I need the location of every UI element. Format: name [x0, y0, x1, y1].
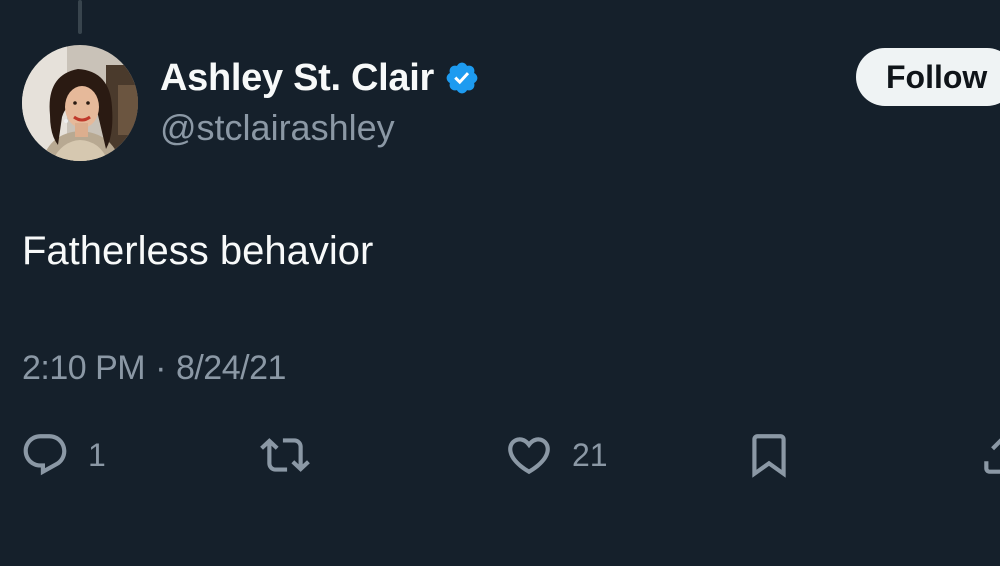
reply-button[interactable]: 1 [20, 428, 106, 482]
timestamp-separator: · [155, 349, 166, 387]
avatar[interactable] [22, 45, 138, 161]
tweet-timestamp[interactable]: 2:10 PM · 8/24/21 [22, 349, 286, 388]
display-name[interactable]: Ashley St. Clair [160, 57, 434, 100]
tweet-text: Fatherless behavior [22, 229, 374, 273]
share-button[interactable] [978, 428, 1000, 482]
reply-icon [20, 430, 70, 480]
bookmark-button[interactable] [744, 428, 794, 482]
like-count: 21 [572, 436, 608, 473]
follow-button[interactable]: Follow [856, 48, 1000, 106]
like-button[interactable]: 21 [504, 428, 608, 482]
thread-connector-line [78, 0, 82, 34]
tweet-date[interactable]: 8/24/21 [176, 349, 286, 388]
avatar-image [22, 45, 138, 161]
reply-count: 1 [88, 436, 106, 473]
share-icon [978, 430, 1000, 480]
author-name-row[interactable]: Ashley St. Clair [160, 53, 480, 103]
tweet-detail: Ashley St. Clair @stclairashley Follow F… [0, 0, 1000, 566]
retweet-button[interactable] [260, 428, 328, 482]
bookmark-icon [744, 430, 794, 480]
retweet-icon [260, 430, 310, 480]
verified-badge-icon [444, 60, 480, 96]
heart-icon [504, 430, 554, 480]
tweet-time[interactable]: 2:10 PM [22, 349, 146, 388]
author-handle[interactable]: @stclairashley [160, 107, 395, 149]
